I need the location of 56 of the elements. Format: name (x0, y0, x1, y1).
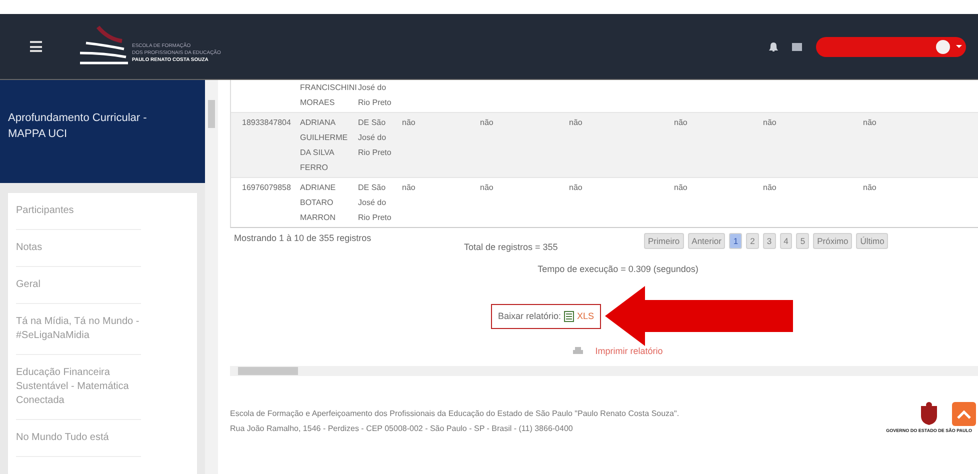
execution-time: Tempo de execução = 0.309 (segundos) (536, 264, 700, 274)
footer-text: Escola de Formação e Aperfeiçoamento dos Profissionais da Educação do Estado de São Paulo "Paulo Renato Costa Souza". (230, 409, 680, 418)
table-cell-text: José do Rio Preto (358, 82, 392, 109)
mail-icon[interactable] (792, 42, 802, 50)
table-cell-text: 16976079858 (242, 182, 292, 194)
sidebar-item[interactable]: No Mundo Tudo está (16, 420, 141, 457)
table-cell-text: não (569, 117, 584, 129)
page-button[interactable]: Último (856, 233, 888, 249)
page-button[interactable]: 5 (796, 233, 810, 249)
print-link[interactable]: Imprimir relatório (595, 346, 663, 356)
table-cell-text: não (480, 182, 494, 194)
menu-icon[interactable] (30, 41, 42, 52)
records-summary: Mostrando 1 à 10 de 355 registros (234, 233, 372, 243)
page-button[interactable]: 4 (780, 233, 792, 249)
download-label: Baixar relatório: (498, 311, 561, 321)
table-cell-text: não (402, 182, 416, 194)
back-to-top-button[interactable] (952, 402, 976, 426)
page-button[interactable]: Anterior (688, 233, 726, 249)
table-cell-text: não (480, 117, 494, 129)
table-cell-text: não (674, 182, 688, 194)
page-button[interactable]: 3 (762, 233, 776, 249)
table-cell-text: não (763, 117, 778, 129)
bell-icon[interactable] (769, 42, 778, 52)
table-cell-text: não (863, 182, 878, 194)
horizontal-scrollbar[interactable] (230, 366, 978, 376)
table-cell-text: DE São José do Rio Preto (358, 117, 392, 159)
sidebar-item[interactable]: Notas (16, 230, 141, 267)
table-cell-text: não (863, 117, 878, 129)
avatar-icon (936, 40, 950, 54)
printer-icon (573, 346, 584, 356)
table-cell-text: não (763, 182, 778, 194)
sidebar-item[interactable]: Tá na Mídia, Tá no Mundo - #SeLigaNaMidia (16, 304, 141, 355)
table-cell-text: não (569, 182, 584, 194)
table-cell-text: ADRIANE BOTARO MARRON (300, 182, 337, 224)
footer-text: Rua João Ramalho, 1546 - Perdizes - CEP 05008-002 - São Paulo - SP - Brasil - (11) 3866-0400 (230, 424, 574, 433)
table-cell-text: 18933847804 (242, 117, 292, 129)
sidebar-item[interactable]: Educação Financeira Sustentável - Matemática Conectada (16, 355, 141, 420)
scrollbar[interactable] (205, 80, 218, 474)
spreadsheet-icon (564, 310, 574, 322)
page-button[interactable]: Próximo (813, 233, 852, 249)
table-cell-text: não (674, 117, 688, 129)
sidebar-item[interactable]: Geral (16, 267, 141, 304)
user-menu[interactable] (816, 36, 966, 56)
chevron-up-icon (957, 410, 971, 418)
page-button[interactable]: 2 (746, 233, 759, 249)
records-total: Total de registros = 355 (464, 242, 559, 252)
xls-link[interactable]: XLS (577, 311, 594, 321)
table-cell-text: ADRIANA GUILHERME DA SILVA FERRO (300, 117, 349, 174)
page-button[interactable]: Primeiro (644, 233, 684, 249)
page-button[interactable]: 1 (729, 233, 742, 249)
sidebar-item[interactable]: Participantes (16, 193, 141, 230)
table-cell-text: DE São José do Rio Preto (358, 182, 392, 224)
caret-icon (956, 45, 962, 48)
table-cell-text: não (402, 117, 416, 129)
course-title: Aprofundamento Curricular - MAPPA UCI (0, 80, 205, 183)
table-cell-text: FRANCISCHINI MORAES (300, 82, 358, 109)
